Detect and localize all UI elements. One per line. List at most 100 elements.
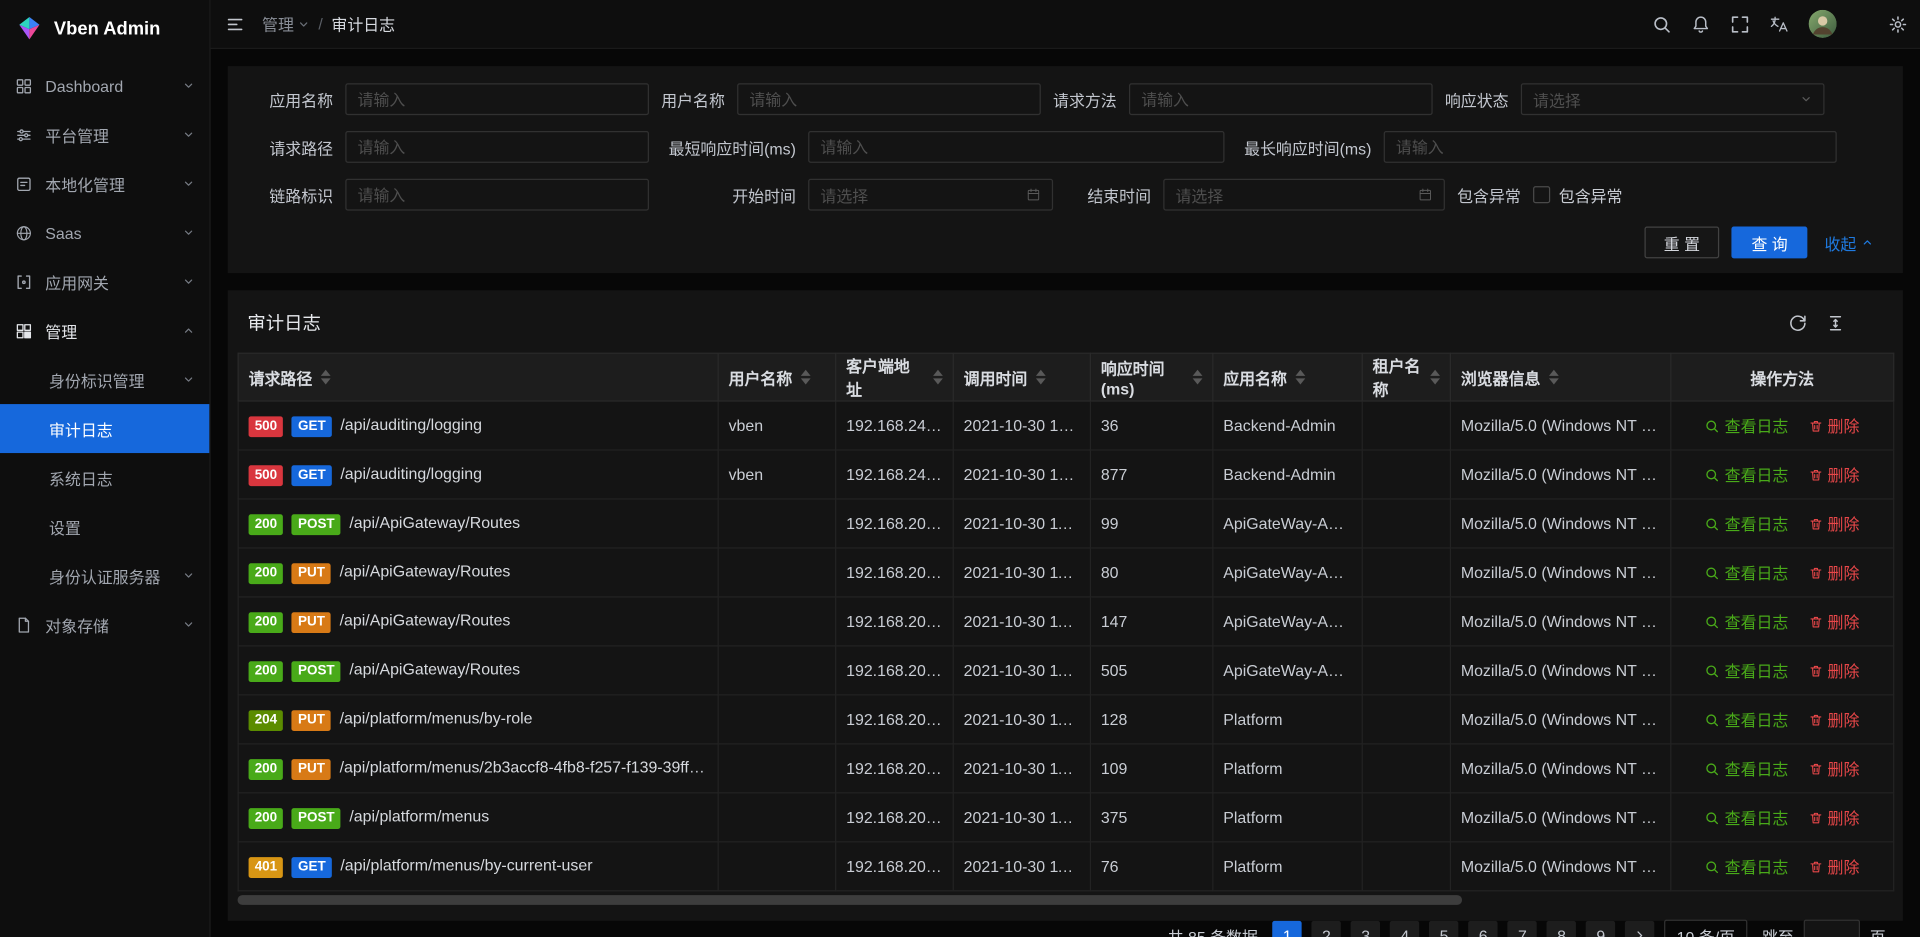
page-button-6[interactable]: 6: [1469, 921, 1498, 937]
filter-input[interactable]: [345, 131, 649, 163]
jump-page-input[interactable]: [1804, 920, 1860, 937]
column-header-7[interactable]: 浏览器信息: [1450, 353, 1670, 401]
search-icon[interactable]: [1652, 14, 1672, 34]
column-header-3[interactable]: 调用时间: [953, 353, 1090, 401]
delete-button[interactable]: 删除: [1808, 708, 1859, 731]
request-path: /api/auditing/logging: [340, 414, 482, 432]
page-button-3[interactable]: 3: [1351, 921, 1380, 937]
sidebar-item-6[interactable]: 身份标识管理: [0, 355, 209, 404]
sidebar-item-3[interactable]: Saas: [0, 208, 209, 257]
delete-button[interactable]: 删除: [1808, 414, 1859, 437]
delete-button[interactable]: 删除: [1808, 855, 1859, 878]
view-log-button[interactable]: 查看日志: [1705, 806, 1788, 829]
sidebar-item-11[interactable]: 对象存储: [0, 600, 209, 649]
collapse-link[interactable]: 收起: [1824, 231, 1873, 254]
page-size-select[interactable]: 10 条/页: [1664, 920, 1747, 937]
menu-fold-icon[interactable]: [225, 14, 245, 34]
page-button-1[interactable]: 1: [1273, 921, 1302, 937]
sidebar-item-0[interactable]: Dashboard: [0, 61, 209, 110]
page-button-2[interactable]: 2: [1312, 921, 1341, 937]
exception-checkbox[interactable]: 包含异常: [1533, 183, 1622, 206]
sort-carets[interactable]: [1296, 370, 1306, 385]
page-button-8[interactable]: 8: [1547, 921, 1576, 937]
checkbox-box[interactable]: [1533, 186, 1550, 203]
fullscreen-icon[interactable]: [1730, 14, 1750, 34]
page-button-4[interactable]: 4: [1390, 921, 1419, 937]
translate-icon[interactable]: [1769, 14, 1789, 34]
filter-select[interactable]: 请选择: [1521, 83, 1825, 115]
page-button-9[interactable]: 9: [1586, 921, 1615, 937]
filter-input[interactable]: [345, 83, 649, 115]
sidebar-item-10[interactable]: 身份认证服务器: [0, 551, 209, 600]
cell-actions: 查看日志删除: [1671, 548, 1894, 597]
sidebar-item-1[interactable]: 平台管理: [0, 110, 209, 159]
delete-button[interactable]: 删除: [1808, 757, 1859, 780]
sort-carets[interactable]: [1549, 370, 1559, 385]
view-log-button[interactable]: 查看日志: [1705, 855, 1788, 878]
view-log-button[interactable]: 查看日志: [1705, 708, 1788, 731]
view-log-button[interactable]: 查看日志: [1705, 659, 1788, 682]
filter-input[interactable]: [1129, 83, 1433, 115]
date-picker[interactable]: 请选择: [808, 179, 1053, 211]
breadcrumb-root[interactable]: 管理: [262, 12, 310, 35]
date-picker[interactable]: 请选择: [1163, 179, 1445, 211]
column-header-4[interactable]: 响应时间(ms): [1090, 353, 1212, 401]
saas-icon: [15, 223, 33, 241]
cell-tenant: [1362, 401, 1450, 450]
sort-carets[interactable]: [801, 370, 811, 385]
filter-input[interactable]: [345, 179, 649, 211]
gear-icon[interactable]: [1888, 14, 1908, 34]
sidebar-item-8[interactable]: 系统日志: [0, 453, 209, 502]
delete-button[interactable]: 删除: [1808, 512, 1859, 535]
table-row-7: 200PUT/api/platform/menus/2b3accf8-4fb8-…: [238, 744, 1894, 793]
column-header-6[interactable]: 租户名称: [1362, 353, 1450, 401]
view-log-button[interactable]: 查看日志: [1705, 414, 1788, 437]
sidebar-menu: Dashboard平台管理本地化管理Saas应用网关管理身份标识管理审计日志系统…: [0, 56, 209, 937]
column-header-2[interactable]: 客户端地址: [836, 353, 954, 401]
bell-icon[interactable]: [1691, 14, 1711, 34]
delete-button[interactable]: 删除: [1808, 561, 1859, 584]
checkbox-text: 包含异常: [1559, 183, 1623, 206]
cell-user: [718, 646, 836, 695]
row-height-icon[interactable]: [1826, 313, 1846, 333]
sort-carets[interactable]: [933, 370, 943, 385]
filter-label: 请求路径: [257, 135, 345, 158]
sort-carets[interactable]: [1430, 370, 1440, 385]
horizontal-scrollbar[interactable]: [238, 895, 1894, 905]
sidebar-item-4[interactable]: 应用网关: [0, 257, 209, 306]
filter-input[interactable]: [737, 83, 1041, 115]
next-page-button[interactable]: [1625, 921, 1654, 937]
column-header-1[interactable]: 用户名称: [718, 353, 836, 401]
view-log-button[interactable]: 查看日志: [1705, 561, 1788, 584]
sort-carets[interactable]: [1036, 370, 1046, 385]
reset-button[interactable]: 重 置: [1644, 227, 1719, 259]
search-button[interactable]: 查 询: [1732, 227, 1807, 259]
view-log-button[interactable]: 查看日志: [1705, 463, 1788, 486]
column-settings-icon[interactable]: [1864, 313, 1884, 333]
refresh-icon[interactable]: [1788, 313, 1808, 333]
view-log-button[interactable]: 查看日志: [1705, 757, 1788, 780]
delete-button[interactable]: 删除: [1808, 463, 1859, 486]
sidebar-item-5[interactable]: 管理: [0, 306, 209, 355]
page-button-7[interactable]: 7: [1508, 921, 1537, 937]
method-badge: GET: [292, 857, 332, 878]
column-header-5[interactable]: 应用名称: [1213, 353, 1362, 401]
filter-input[interactable]: [808, 131, 1224, 163]
sort-carets[interactable]: [321, 370, 331, 385]
delete-button[interactable]: 删除: [1808, 659, 1859, 682]
filter-input[interactable]: [1384, 131, 1837, 163]
view-log-button[interactable]: 查看日志: [1705, 610, 1788, 633]
column-header-0[interactable]: 请求路径: [238, 353, 718, 401]
cell-client: 192.168.208.1: [836, 499, 954, 548]
sort-carets[interactable]: [1193, 370, 1203, 385]
page-button-5[interactable]: 5: [1429, 921, 1458, 937]
logo[interactable]: Vben Admin: [0, 0, 209, 56]
scrollbar-thumb[interactable]: [238, 895, 1463, 905]
avatar[interactable]: [1809, 10, 1837, 38]
delete-button[interactable]: 删除: [1808, 610, 1859, 633]
sidebar-item-9[interactable]: 设置: [0, 502, 209, 551]
sidebar-item-2[interactable]: 本地化管理: [0, 159, 209, 208]
view-log-button[interactable]: 查看日志: [1705, 512, 1788, 535]
delete-button[interactable]: 删除: [1808, 806, 1859, 829]
sidebar-item-7[interactable]: 审计日志: [0, 404, 209, 453]
